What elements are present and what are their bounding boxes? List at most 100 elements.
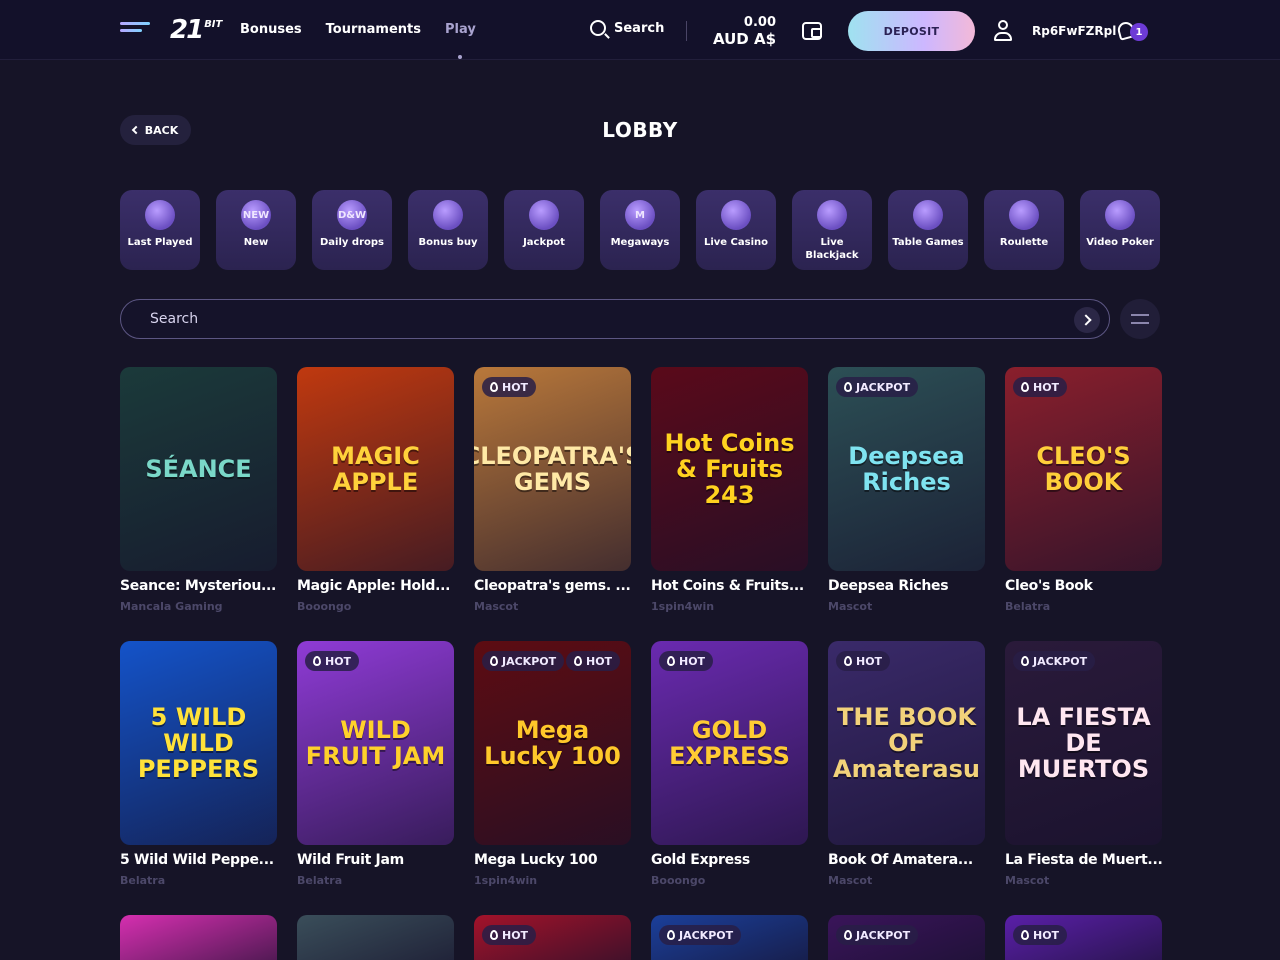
hot-badge: HOT [836,651,891,671]
filter-icon[interactable] [1120,299,1160,339]
nav-play[interactable]: Play [445,22,476,59]
game-thumbnail[interactable]: CLEO'S BOOK HOT [1005,367,1162,571]
game-thumbnail[interactable]: THE BOOK OF Amaterasu HOT [828,641,985,845]
nav-bonuses[interactable]: Bonuses [240,22,302,37]
game-card[interactable]: Deepsea Riches JACKPOT Deepsea Riches Masco… [828,367,985,613]
game-thumbnail[interactable]: WILD FRUIT JAM HOT [297,641,454,845]
game-card[interactable]: 5 WILD WILD PEPPERS 5 Wild Wild Peppe... B… [120,641,277,887]
game-card[interactable]: MAGIC APPLE Magic Apple: Hold... Booongo [297,367,454,613]
category-table-games[interactable]: Table Games [888,190,968,270]
game-title[interactable]: Deepsea Riches [828,578,985,594]
game-art-title: Deepsea Riches [848,442,965,496]
game-title[interactable]: Magic Apple: Hold... [297,578,454,594]
category-label: Last Played [127,237,193,248]
chevron-right-icon[interactable] [1074,307,1100,333]
game-card[interactable]: Mega Lucky 100 JACKPOT HOT Mega Lucky 100 1s… [474,641,631,887]
crown-icon [667,930,675,940]
game-card[interactable]: Hot Coins & Fruits 243 Hot Coins & Fruits… [651,367,808,613]
game-card[interactable]: JACKPOT [651,915,808,960]
category-jackpot[interactable]: Jackpot [504,190,584,270]
game-card[interactable]: JACKPOT [828,915,985,960]
category-video-poker[interactable]: Video Poker [1080,190,1160,270]
game-thumbnail[interactable] [120,915,277,960]
game-thumbnail[interactable]: HOT [474,915,631,960]
game-card[interactable] [297,915,454,960]
game-thumbnail[interactable]: Deepsea Riches JACKPOT [828,367,985,571]
category-megaways[interactable]: M Megaways [600,190,680,270]
badge-label: JACKPOT [679,928,734,942]
game-thumbnail[interactable]: Hot Coins & Fruits 243 [651,367,808,571]
game-thumbnail[interactable]: Mega Lucky 100 JACKPOT HOT [474,641,631,845]
category-roulette[interactable]: Roulette [984,190,1064,270]
game-card[interactable]: HOT [1005,915,1162,960]
game-card[interactable]: CLEOPATRA'S GEMS HOT Cleopatra's gems. ...… [474,367,631,613]
category-live-casino[interactable]: Live Casino [696,190,776,270]
crown-icon [844,930,852,940]
balance-display[interactable]: 0.00 AUD A$ [706,14,776,48]
notifications-bell-icon[interactable]: 1 [1116,20,1148,42]
game-thumbnail[interactable]: GOLD EXPRESS HOT [651,641,808,845]
game-title[interactable]: Hot Coins & Fruits... [651,578,808,594]
roulette-icon [1009,200,1039,230]
game-provider: Belatra [297,874,343,887]
category-bonus-buy[interactable]: Bonus buy [408,190,488,270]
game-title[interactable]: Cleo's Book [1005,578,1162,594]
game-provider: Belatra [120,874,166,887]
jackpot-badge: JACKPOT [482,651,565,671]
game-title[interactable]: 5 Wild Wild Peppe... [120,852,277,868]
game-card[interactable]: HOT [474,915,631,960]
game-card[interactable]: LA FIESTA DE MUERTOS JACKPOT La Fiesta de … [1005,641,1162,887]
game-title[interactable]: Gold Express [651,852,808,868]
game-card[interactable]: THE BOOK OF Amaterasu HOT Book Of Amatera.… [828,641,985,887]
game-thumbnail[interactable]: MAGIC APPLE [297,367,454,571]
category-live-blackjack[interactable]: Live Blackjack [792,190,872,270]
wallet-icon[interactable] [802,22,822,40]
badge-label: JACKPOT [502,654,557,668]
game-card[interactable]: SÉANCE Seance: Mysteriou... Mancala Gaming [120,367,277,613]
game-title[interactable]: La Fiesta de Muert... [1005,852,1162,868]
game-card[interactable]: GOLD EXPRESS HOT Gold Express Booongo [651,641,808,887]
game-thumbnail[interactable]: SÉANCE [120,367,277,571]
game-art-title: Hot Coins & Fruits 243 [664,429,795,509]
game-title[interactable]: Cleopatra's gems. ... [474,578,631,594]
username[interactable]: Rp6FwFZRpl [1032,24,1116,38]
category-new[interactable]: NEW New [216,190,296,270]
flame-icon [313,656,321,666]
nav-tournaments[interactable]: Tournaments [326,22,421,37]
category-label: Megaways [610,237,670,248]
game-thumbnail[interactable]: 5 WILD WILD PEPPERS [120,641,277,845]
logo-main-text: 21 [170,15,204,45]
game-card[interactable]: WILD FRUIT JAM HOT Wild Fruit Jam Belatra [297,641,454,887]
category-daily-drops[interactable]: D&W Daily drops [312,190,392,270]
game-title[interactable]: Mega Lucky 100 [474,852,631,868]
game-title[interactable]: Seance: Mysteriou... [120,578,277,594]
game-card[interactable] [120,915,277,960]
game-title[interactable]: Book Of Amatera... [828,852,985,868]
crown-icon [844,382,852,392]
header-search-button[interactable]: Search [590,20,664,36]
gift-icon [433,200,463,230]
game-card[interactable]: CLEO'S BOOK HOT Cleo's Book Belatra [1005,367,1162,613]
deposit-button[interactable]: DEPOSIT [848,11,975,51]
user-icon[interactable] [994,20,1012,42]
game-thumbnail[interactable]: JACKPOT [651,915,808,960]
category-last-played[interactable]: Last Played [120,190,200,270]
site-logo[interactable]: 21 BIT [170,14,222,44]
game-thumbnail[interactable]: LA FIESTA DE MUERTOS JACKPOT [1005,641,1162,845]
game-thumbnail[interactable]: HOT [1005,915,1162,960]
game-title[interactable]: Wild Fruit Jam [297,852,454,868]
header-search-label: Search [614,20,665,36]
main-nav: Bonuses Tournaments Play [240,22,476,59]
search-input[interactable]: Search [120,299,1110,339]
category-label: Video Poker [1086,237,1154,248]
category-label: New [243,237,269,248]
badge-label: JACKPOT [1033,654,1088,668]
game-thumbnail[interactable]: CLEOPATRA'S GEMS HOT [474,367,631,571]
hot-badge: HOT [482,377,537,397]
menu-icon[interactable] [120,22,150,38]
games-row: HOT JACKPOT JACKPOT HOT [120,915,1162,960]
game-thumbnail[interactable]: JACKPOT [828,915,985,960]
game-thumbnail[interactable] [297,915,454,960]
game-provider: Mascot [474,600,519,613]
badge-label: HOT [1033,928,1060,942]
